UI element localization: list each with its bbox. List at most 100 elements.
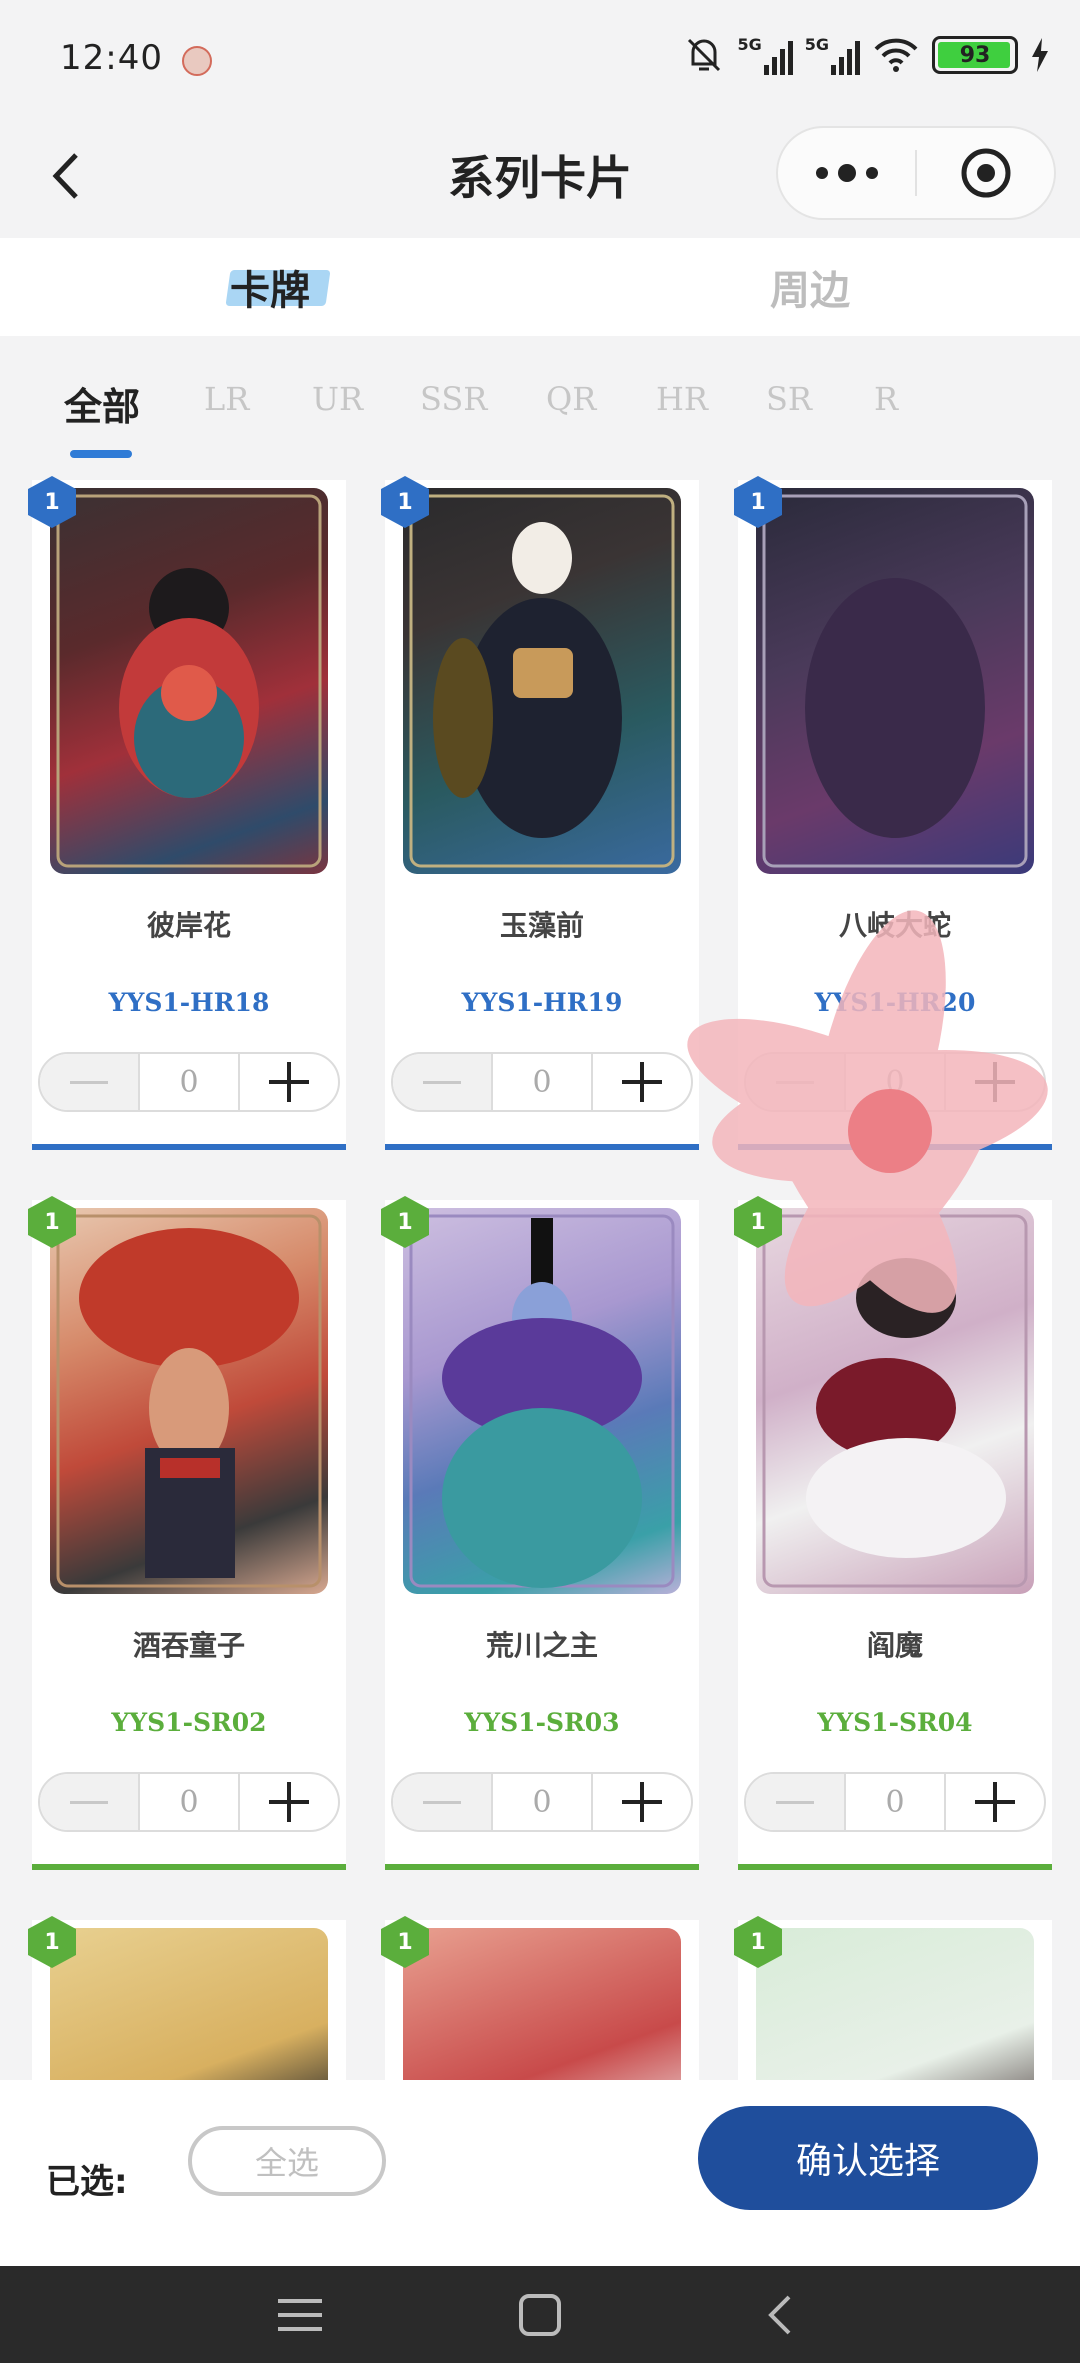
quantity-value[interactable]: 0 <box>140 1785 238 1820</box>
quantity-value[interactable]: 0 <box>140 1065 238 1100</box>
filter-qr[interactable]: QR <box>546 380 596 418</box>
decrement-button[interactable] <box>746 1054 846 1110</box>
minus-icon <box>423 1080 461 1084</box>
card-image <box>756 1928 1034 2080</box>
wifi-icon <box>874 38 918 72</box>
quantity-value[interactable]: 0 <box>493 1785 591 1820</box>
minus-icon <box>776 1080 814 1084</box>
decrement-button[interactable] <box>393 1054 493 1110</box>
rarity-bar <box>385 1144 699 1150</box>
card-code: YYS1-SR04 <box>817 1708 973 1737</box>
quantity-value[interactable]: 0 <box>846 1785 944 1820</box>
status-time: 12:40 <box>60 38 163 78</box>
card-image <box>756 1208 1034 1594</box>
minus-icon <box>776 1800 814 1804</box>
card-item[interactable]: 1 玉藻前 YYS1-HR19 0 <box>381 476 699 1150</box>
rarity-bar <box>385 1864 699 1870</box>
filter-r[interactable]: R <box>874 380 898 418</box>
filter-lr[interactable]: LR <box>204 380 249 418</box>
quantity-stepper: 0 <box>391 1772 693 1832</box>
charging-icon <box>1032 38 1048 72</box>
quantity-value[interactable]: 0 <box>846 1065 944 1100</box>
increment-button[interactable] <box>944 1774 1044 1830</box>
card-item[interactable]: 1 酒吞童子 YYS1-SR02 0 <box>28 1196 346 1870</box>
card-code: YYS1-HR20 <box>814 988 976 1017</box>
rarity-bar <box>32 1144 346 1150</box>
quantity-stepper: 0 <box>38 1052 340 1112</box>
card-name: 八岐大蛇 <box>838 909 951 942</box>
card-name: 彼岸花 <box>146 909 231 942</box>
card-item[interactable]: 1 八岐大蛇 YYS1-HR20 0 <box>734 476 1052 1150</box>
increment-button[interactable] <box>591 1054 691 1110</box>
home-button[interactable] <box>510 2285 570 2345</box>
card-image <box>50 1208 328 1594</box>
increment-button[interactable] <box>238 1774 338 1830</box>
tab-cards[interactable]: 卡牌 <box>0 238 540 336</box>
rarity-bar <box>738 1144 1052 1150</box>
status-icons: 5G 5G 93 <box>683 34 1050 76</box>
filter-all[interactable]: 全部 <box>64 376 140 431</box>
minus-icon <box>70 1080 108 1084</box>
close-miniprogram-button[interactable] <box>917 128 1054 218</box>
menu-button[interactable] <box>270 2285 330 2345</box>
more-dots-icon <box>815 167 828 179</box>
decrement-button[interactable] <box>746 1774 846 1830</box>
mini-program-capsule <box>776 126 1056 220</box>
decrement-button[interactable] <box>393 1774 493 1830</box>
selected-label: 已选: <box>46 2162 128 2202</box>
minus-icon <box>70 1800 108 1804</box>
tab-merch[interactable]: 周边 <box>540 238 1080 336</box>
quantity-value[interactable]: 0 <box>493 1065 591 1100</box>
card-image <box>756 488 1034 874</box>
select-all-button[interactable]: 全选 <box>188 2126 386 2196</box>
card-image <box>403 1208 681 1594</box>
card-code: YYS1-HR18 <box>108 988 270 1017</box>
active-filter-indicator <box>70 450 132 458</box>
mute-bell-icon <box>688 38 721 72</box>
confirm-selection-button[interactable]: 确认选择 <box>698 2106 1038 2210</box>
bottom-action-bar: 已选: 全选 确认选择 <box>0 2080 1080 2266</box>
system-back-button[interactable] <box>750 2285 810 2345</box>
increment-button[interactable] <box>238 1054 338 1110</box>
filter-sr[interactable]: SR <box>766 380 812 418</box>
card-item[interactable]: 1 彼岸花 YYS1-HR18 0 <box>28 476 346 1150</box>
card-image <box>50 488 328 874</box>
filter-hr[interactable]: HR <box>656 380 708 418</box>
rarity-bar <box>738 1864 1052 1870</box>
quantity-stepper: 0 <box>744 1052 1046 1112</box>
card-item[interactable]: 1 <box>734 1916 1052 2080</box>
signal-bars-icon <box>763 35 793 75</box>
increment-button[interactable] <box>944 1054 1044 1110</box>
rarity-filter-bar: 全部 LR UR SSR QR HR SR R <box>0 336 1080 476</box>
increment-button[interactable] <box>591 1774 691 1830</box>
card-item[interactable]: 1 <box>381 1916 699 2080</box>
card-code: YYS1-SR03 <box>464 1708 620 1737</box>
quantity-stepper: 0 <box>744 1772 1046 1832</box>
quantity-stepper: 0 <box>38 1772 340 1832</box>
menu-icon <box>278 2298 322 2331</box>
minus-icon <box>423 1800 461 1804</box>
quantity-stepper: 0 <box>391 1052 693 1112</box>
card-name: 阎魔 <box>866 1629 923 1662</box>
card-name: 荒川之主 <box>485 1629 598 1662</box>
category-tabs: 卡牌 周边 <box>0 238 1080 336</box>
battery-icon: 93 <box>932 36 1018 74</box>
decrement-button[interactable] <box>40 1774 140 1830</box>
card-image <box>403 1928 681 2080</box>
system-nav-bar <box>0 2266 1080 2363</box>
status-bar: 12:40 5G 5G 93 <box>0 0 1080 120</box>
signal-2: 5G <box>805 35 860 75</box>
card-item[interactable]: 1 <box>28 1916 346 2080</box>
nav-bar: 系列卡片 <box>0 120 1080 238</box>
card-code: YYS1-HR19 <box>461 988 623 1017</box>
back-arrow-icon <box>768 2295 791 2334</box>
decrement-button[interactable] <box>40 1054 140 1110</box>
more-button[interactable] <box>778 128 915 218</box>
filter-ur[interactable]: UR <box>312 380 363 418</box>
app-notification-icon <box>182 46 212 76</box>
card-item[interactable]: 1 荒川之主 YYS1-SR03 0 <box>381 1196 699 1870</box>
card-item[interactable]: 1 阎魔 YYS1-SR04 0 <box>734 1196 1052 1870</box>
filter-ssr[interactable]: SSR <box>420 380 487 418</box>
signal-1: 5G <box>737 35 793 75</box>
card-code: YYS1-SR02 <box>111 1708 267 1737</box>
